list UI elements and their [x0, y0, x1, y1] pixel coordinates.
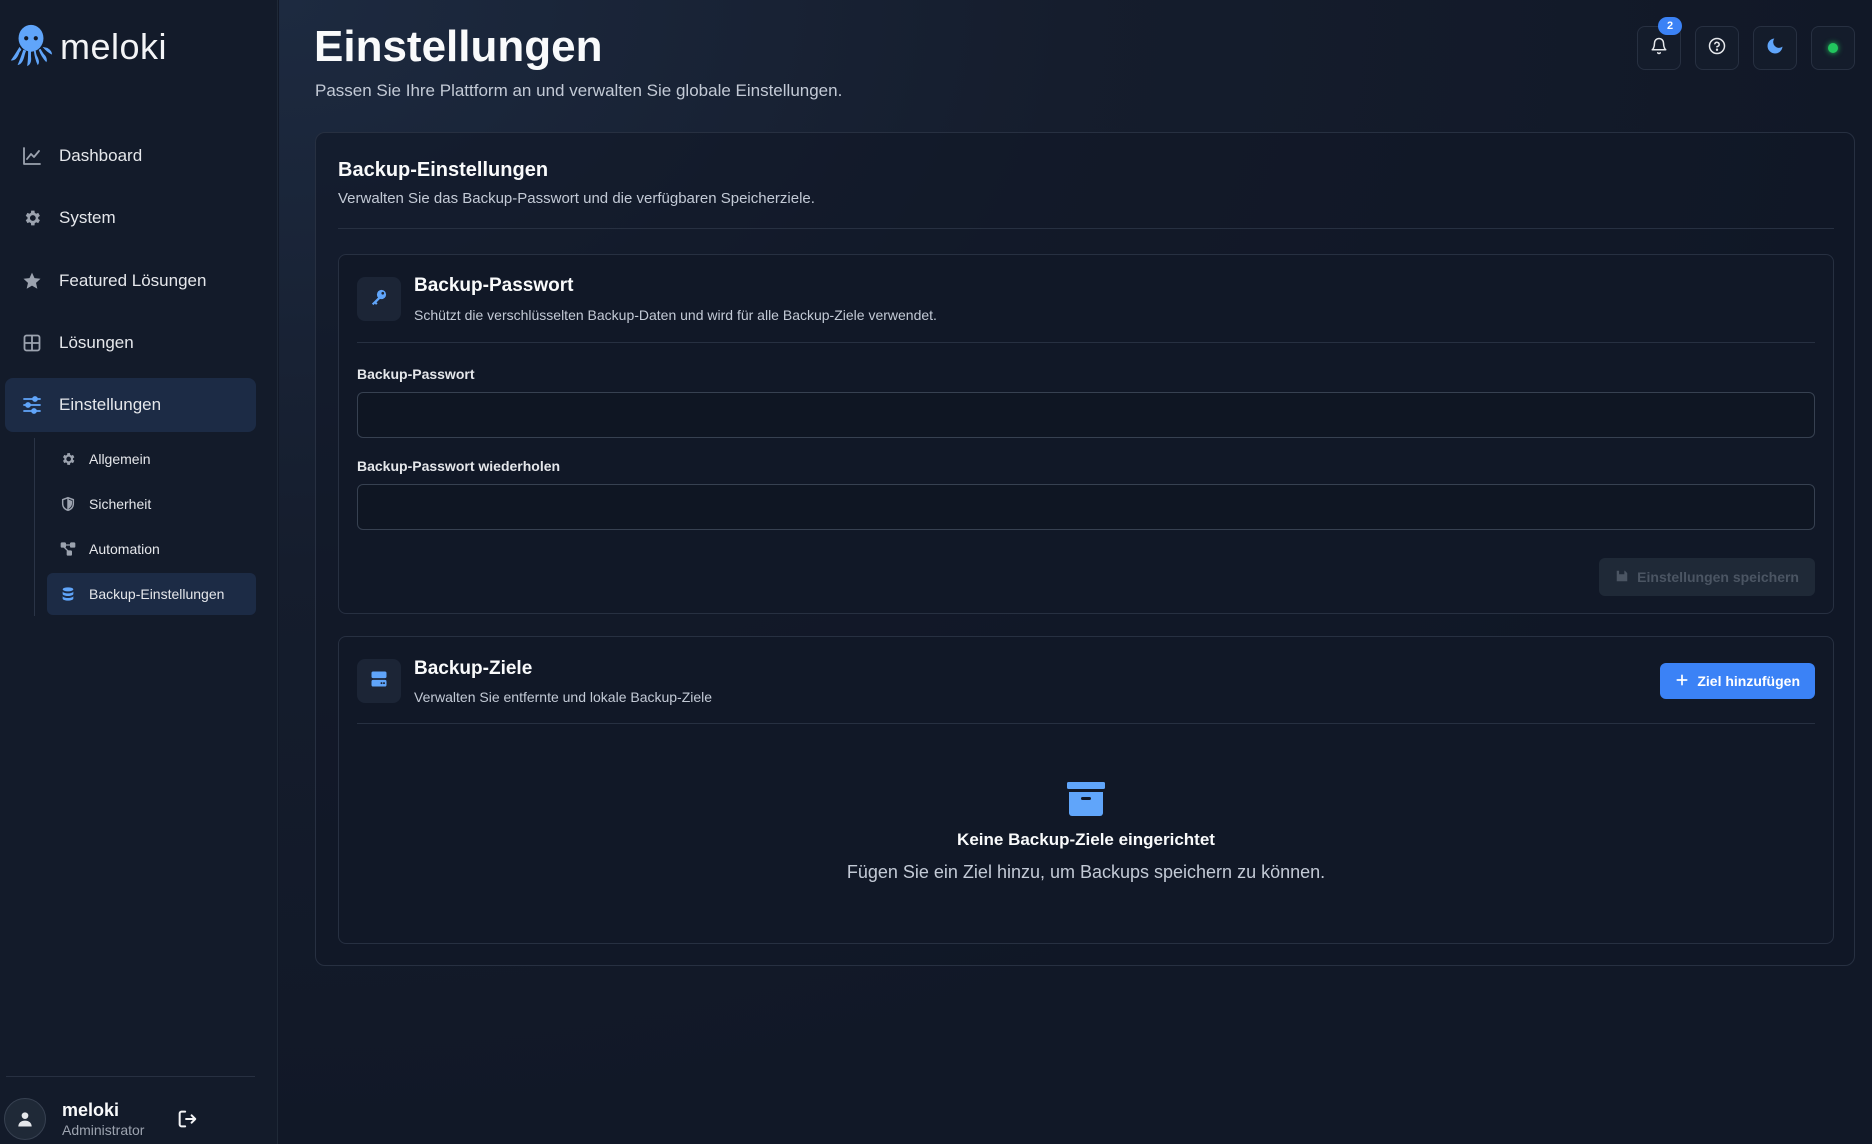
add-target-button[interactable]: Ziel hinzufügen: [1660, 663, 1815, 699]
user-name: meloki: [62, 1100, 120, 1120]
user-role: Administrator: [62, 1122, 145, 1138]
panel-title: Backup-Einstellungen: [338, 159, 549, 181]
sidebar-item-system[interactable]: System: [5, 191, 256, 245]
backup-targets-card: Backup-Ziele Verwalten Sie entfernte und…: [338, 636, 1834, 944]
card-title: Backup-Passwort: [414, 275, 574, 296]
logout-button[interactable]: [174, 1108, 200, 1134]
star-icon: [21, 270, 43, 292]
save-button-label: Einstellungen speichern: [1637, 569, 1799, 585]
brand[interactable]: meloki: [8, 22, 167, 72]
sidebar-divider: [6, 1076, 255, 1077]
panel-subtitle: Verwalten Sie das Backup-Passwort und di…: [338, 190, 815, 207]
main-content: Einstellungen Passen Sie Ihre Plattform …: [279, 0, 1872, 1144]
sidebar-item-dashboard[interactable]: Dashboard: [5, 129, 256, 183]
notifications-button[interactable]: 2: [1637, 17, 1682, 70]
sidebar-item-label: Lösungen: [59, 333, 134, 352]
empty-state-subtitle: Fügen Sie ein Ziel hinzu, um Backups spe…: [846, 862, 1326, 882]
sidebar-subitem-label: Sicherheit: [89, 496, 152, 512]
chart-line-icon: [21, 145, 43, 167]
card-icon-box: [357, 659, 401, 703]
sidebar-item-loesungen[interactable]: Lösungen: [5, 316, 256, 370]
status-online-indicator: [1828, 43, 1838, 53]
help-icon: [1708, 37, 1726, 60]
sidebar-subitem-label: Backup-Einstellungen: [89, 586, 225, 602]
sliders-icon: [21, 394, 43, 416]
plus-icon: [1675, 673, 1689, 690]
bell-icon: [1650, 37, 1668, 60]
logout-icon: [176, 1108, 198, 1135]
help-button[interactable]: [1695, 26, 1739, 70]
add-target-label: Ziel hinzufügen: [1697, 673, 1800, 689]
user-icon: [18, 1112, 32, 1127]
top-actions: 2: [1637, 17, 1855, 70]
backup-password-repeat-input[interactable]: [357, 484, 1815, 530]
sidebar-subitem-label: Allgemein: [89, 451, 151, 467]
shield-icon: [59, 495, 77, 513]
sidebar-item-einstellungen[interactable]: Einstellungen: [5, 378, 256, 432]
notification-count-badge: 2: [1658, 17, 1682, 35]
divider: [357, 723, 1815, 724]
moon-icon: [1765, 36, 1785, 61]
card-subtitle: Schützt die verschlüsselten Backup-Daten…: [414, 307, 937, 323]
sidebar-item-label: Featured Lösungen: [59, 271, 207, 290]
sidebar: meloki Dashboard System Featured Lösunge…: [0, 0, 278, 1144]
backup-password-repeat-label: Backup-Passwort wiederholen: [357, 458, 561, 474]
theme-toggle-button[interactable]: [1753, 26, 1797, 70]
brand-name: meloki: [60, 26, 168, 67]
sidebar-item-featured[interactable]: Featured Lösungen: [5, 254, 256, 308]
database-icon: [59, 585, 77, 603]
key-icon: [369, 287, 389, 312]
archive-icon: [1067, 782, 1105, 821]
user-profile: meloki Administrator: [4, 1098, 144, 1140]
sidebar-item-label: Einstellungen: [59, 395, 162, 414]
card-icon-box: [357, 277, 401, 321]
gear-icon: [21, 207, 43, 229]
save-settings-button[interactable]: Einstellungen speichern: [1599, 558, 1815, 596]
backup-password-label: Backup-Passwort: [357, 366, 475, 382]
grid-icon: [21, 332, 43, 354]
octopus-logo-icon: [8, 22, 54, 73]
card-subtitle: Verwalten Sie entfernte und lokale Backu…: [414, 689, 713, 705]
sidebar-subitem-backup-einstellungen[interactable]: Backup-Einstellungen: [47, 573, 256, 615]
sidebar-subitem-sicherheit[interactable]: Sicherheit: [47, 483, 256, 525]
sidebar-subitem-automation[interactable]: Automation: [47, 528, 256, 570]
page-title: Einstellungen: [314, 22, 603, 71]
empty-state-title: Keine Backup-Ziele eingerichtet: [957, 830, 1215, 849]
sidebar-subitem-allgemein[interactable]: Allgemein: [47, 438, 256, 480]
server-icon: [369, 669, 389, 694]
sidebar-item-label: Dashboard: [59, 146, 143, 165]
backup-password-card: Backup-Passwort Schützt die verschlüssel…: [338, 254, 1834, 614]
settings-subnav: Allgemein Sicherheit Automation Backup-E…: [34, 438, 258, 616]
divider: [338, 228, 1834, 229]
sidebar-item-label: System: [59, 208, 116, 227]
gear-icon: [59, 450, 77, 468]
nodes-icon: [59, 540, 77, 558]
card-title: Backup-Ziele: [414, 658, 533, 679]
divider: [357, 342, 1815, 343]
avatar[interactable]: [4, 1098, 46, 1140]
backup-password-input[interactable]: [357, 392, 1815, 438]
backup-settings-panel: Backup-Einstellungen Verwalten Sie das B…: [315, 132, 1855, 966]
sidebar-subitem-label: Automation: [89, 541, 160, 557]
page-subtitle: Passen Sie Ihre Plattform an und verwalt…: [315, 81, 843, 100]
save-icon: [1615, 569, 1629, 586]
status-button[interactable]: [1811, 26, 1855, 70]
